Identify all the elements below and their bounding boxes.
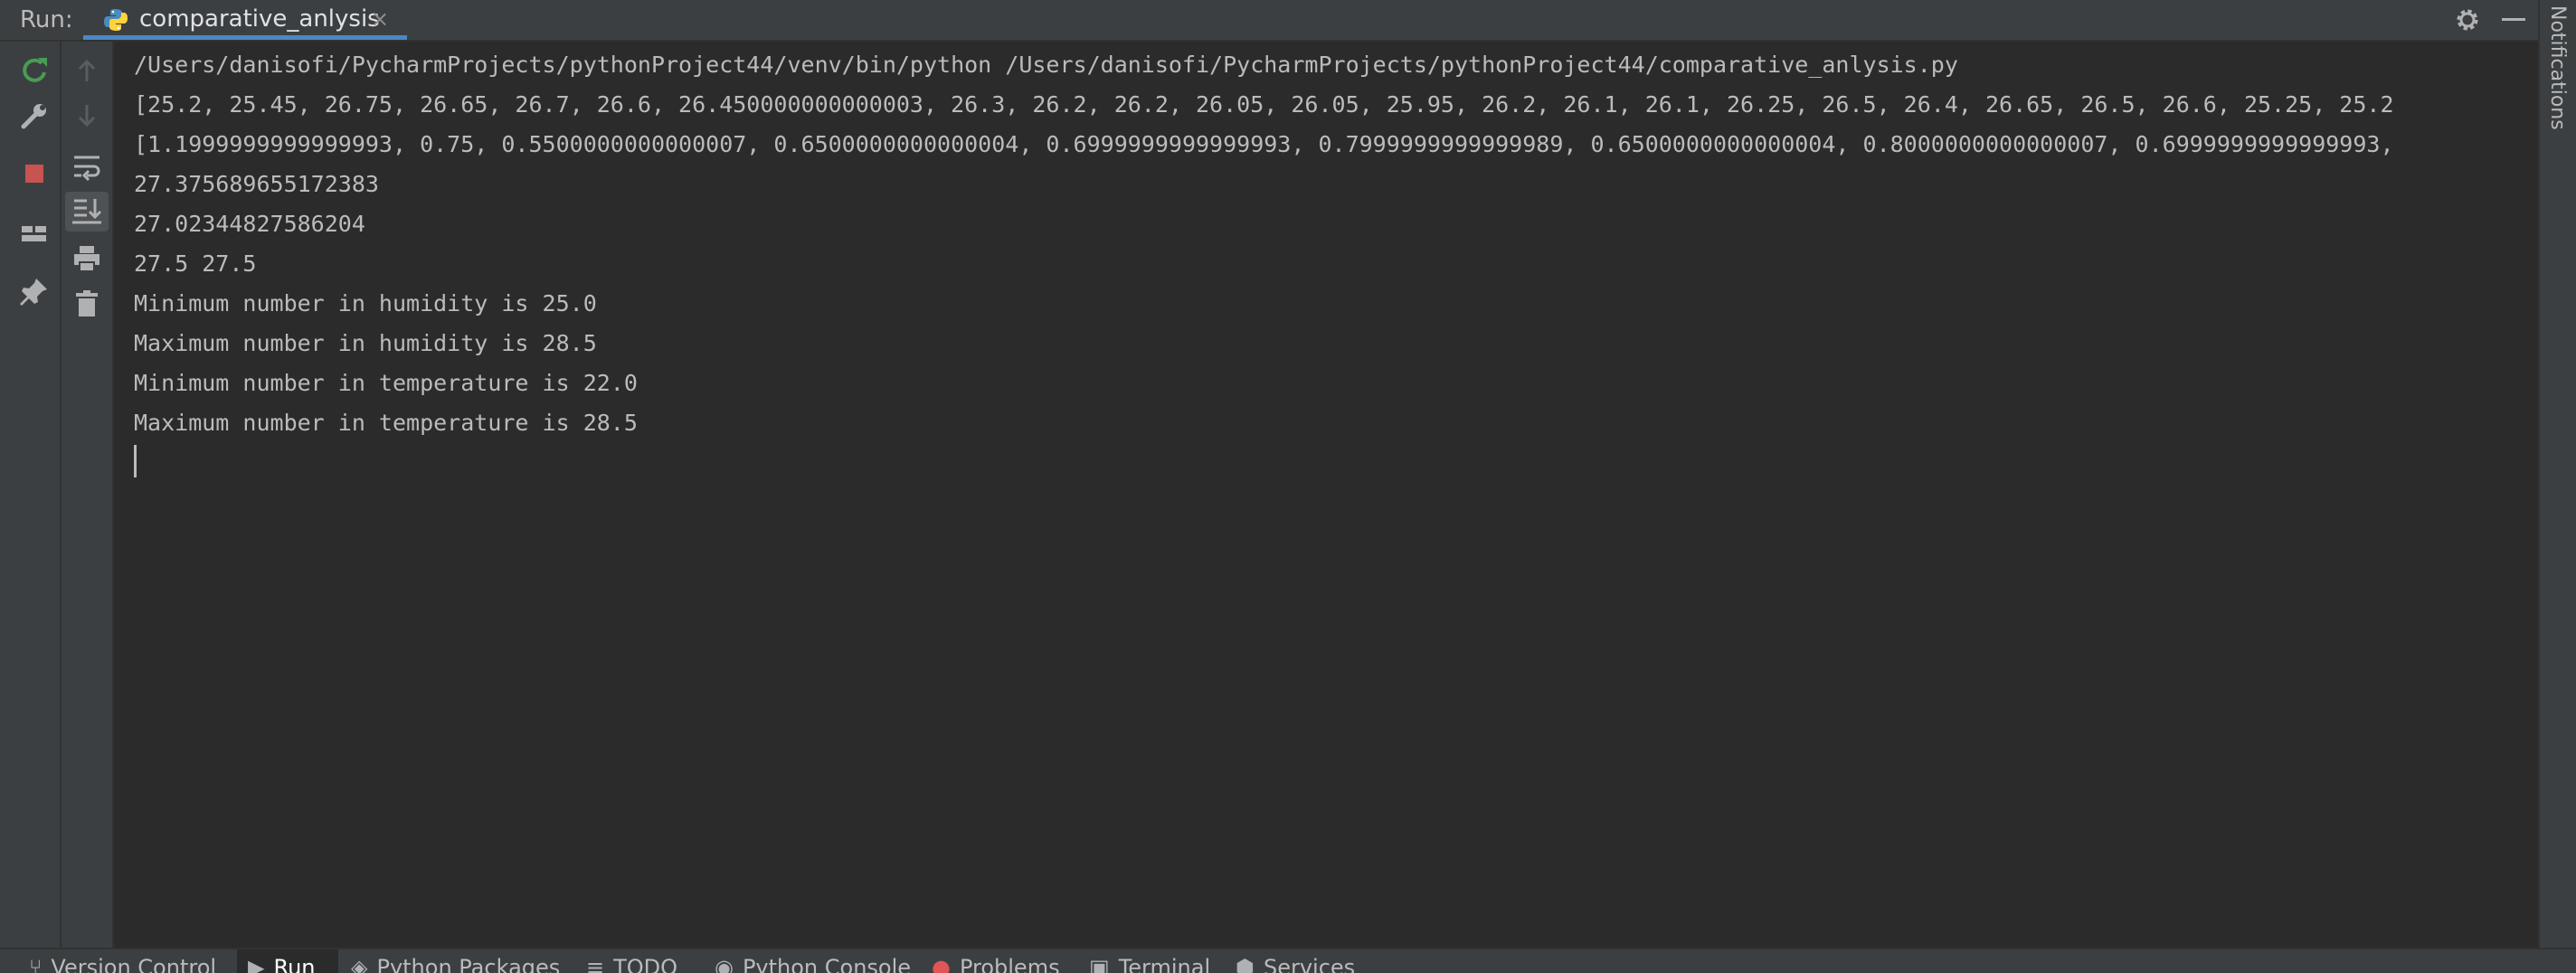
run-tab-comparative-anlysis[interactable]: comparative_anlysis × <box>83 0 407 40</box>
stop-icon[interactable] <box>16 156 52 192</box>
down-arrow-icon[interactable] <box>69 98 105 134</box>
tool-window-bar: ⑂ Version Control ▶ Run ◈ Python Packages ≡… <box>0 948 2576 973</box>
error-icon: ● <box>932 955 951 973</box>
python-file-icon <box>103 7 128 33</box>
notifications-strip <box>2538 0 2576 948</box>
list-icon: ≡ <box>586 955 605 973</box>
gear-icon[interactable] <box>2453 5 2482 34</box>
text-caret <box>134 445 137 477</box>
branch-icon: ⑂ <box>29 955 43 973</box>
up-arrow-icon[interactable] <box>69 52 105 89</box>
tab-terminal[interactable]: ▣ Terminal <box>1089 949 1234 973</box>
console-line: Maximum number in humidity is 28.5 <box>134 330 597 356</box>
tab-problems[interactable]: ● Problems <box>932 949 1076 973</box>
rerun-icon[interactable] <box>16 52 52 89</box>
console-line: [25.2, 25.45, 26.75, 26.65, 26.7, 26.6, … <box>134 91 2394 118</box>
trash-icon[interactable] <box>69 286 105 322</box>
tab-python-console[interactable]: ◉ Python Console <box>715 949 914 973</box>
console-line: 27.02344827586204 <box>134 211 365 237</box>
run-toolbar <box>0 42 114 948</box>
console-line: Minimum number in temperature is 22.0 <box>134 370 638 396</box>
console-line: 27.5 27.5 <box>134 250 257 277</box>
soft-wrap-icon[interactable] <box>69 148 105 184</box>
tab-terminal-label: Terminal <box>1118 955 1211 973</box>
console-line: Maximum number in temperature is 28.5 <box>134 410 638 436</box>
tab-problems-label: Problems <box>959 955 1060 973</box>
print-icon[interactable] <box>69 241 105 277</box>
tab-services[interactable]: ⬢ Services <box>1236 949 1389 973</box>
console-output[interactable]: /Users/danisofi/PycharmProjects/pythonPr… <box>114 42 2538 948</box>
tab-run-label: Run <box>273 955 316 973</box>
services-icon: ⬢ <box>1236 955 1255 973</box>
run-tool-window-header: Run: comparative_anlysis × <box>0 0 2576 42</box>
tab-version-control-label: Version Control <box>51 955 217 973</box>
tab-python-console-label: Python Console <box>742 955 912 973</box>
scroll-to-end-icon[interactable] <box>65 192 109 231</box>
tab-python-packages[interactable]: ◈ Python Packages <box>351 949 559 973</box>
toolbar-divider <box>60 42 62 948</box>
console-line: /Users/danisofi/PycharmProjects/pythonPr… <box>134 52 1958 78</box>
console-line: 27.375689655172383 <box>134 171 379 197</box>
run-label: Run: <box>20 6 73 33</box>
console-line: Minimum number in humidity is 25.0 <box>134 290 597 316</box>
close-icon[interactable]: × <box>371 0 389 38</box>
tab-todo-label: TODO <box>613 955 678 973</box>
python-console-icon: ◉ <box>715 955 734 973</box>
minimize-icon[interactable] <box>2502 18 2525 21</box>
tab-run[interactable]: ▶ Run <box>237 949 338 973</box>
wrench-icon[interactable] <box>16 98 52 134</box>
tab-python-packages-label: Python Packages <box>376 955 559 973</box>
tab-todo[interactable]: ≡ TODO <box>586 949 695 973</box>
play-icon: ▶ <box>248 955 265 973</box>
run-tab-label: comparative_anlysis <box>139 5 380 33</box>
terminal-icon: ▣ <box>1089 955 1110 973</box>
packages-icon: ◈ <box>351 955 368 973</box>
tab-version-control[interactable]: ⑂ Version Control <box>29 949 228 973</box>
tab-services-label: Services <box>1263 955 1356 973</box>
console-line: [1.1999999999999993, 0.75, 0.55000000000… <box>134 131 2394 157</box>
notifications-tab[interactable]: Notifications <box>2540 5 2574 141</box>
pin-icon[interactable] <box>16 273 52 309</box>
layout-icon[interactable] <box>16 215 52 251</box>
